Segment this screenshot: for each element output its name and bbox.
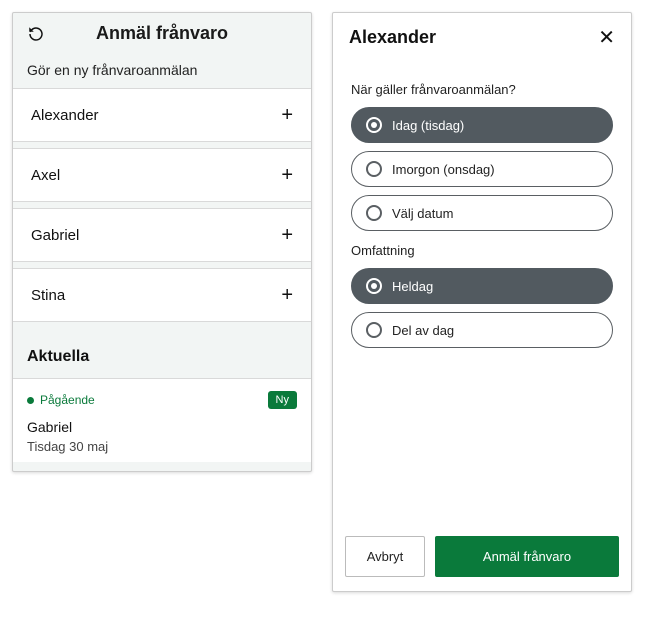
status-left: Pågående: [27, 393, 95, 407]
student-item-axel[interactable]: Axel +: [13, 148, 311, 202]
plus-icon: +: [281, 105, 293, 125]
current-heading: Aktuella: [13, 328, 311, 378]
student-item-gabriel[interactable]: Gabriel +: [13, 208, 311, 262]
status-text: Pågående: [40, 393, 95, 407]
student-list: Alexander + Axel + Gabriel + Stina +: [13, 88, 311, 328]
student-name: Axel: [31, 167, 60, 184]
page-title: Anmäl frånvaro: [27, 23, 297, 44]
option-label: Del av dag: [392, 323, 454, 338]
list-panel: Anmäl frånvaro Gör en ny frånvaroanmälan…: [12, 12, 312, 472]
current-name: Gabriel: [27, 419, 297, 435]
scope-option-partday[interactable]: Del av dag: [351, 312, 613, 348]
option-label: Heldag: [392, 279, 433, 294]
status-row: Pågående Ny: [27, 391, 297, 409]
form-body: När gäller frånvaroanmälan? Idag (tisdag…: [333, 64, 631, 526]
status-badge: Ny: [268, 391, 297, 409]
radio-icon: [366, 278, 382, 294]
radio-icon: [366, 117, 382, 133]
submit-button[interactable]: Anmäl frånvaro: [435, 536, 619, 577]
when-option-today[interactable]: Idag (tisdag): [351, 107, 613, 143]
student-item-alexander[interactable]: Alexander +: [13, 88, 311, 142]
current-absence-card[interactable]: Pågående Ny Gabriel Tisdag 30 maj: [13, 378, 311, 462]
close-icon[interactable]: ✕: [598, 28, 615, 48]
radio-icon: [366, 161, 382, 177]
when-option-pick-date[interactable]: Välj datum: [351, 195, 613, 231]
cancel-button[interactable]: Avbryt: [345, 536, 425, 577]
radio-icon: [366, 205, 382, 221]
radio-icon: [366, 322, 382, 338]
option-label: Välj datum: [392, 206, 453, 221]
when-label: När gäller frånvaroanmälan?: [351, 82, 613, 97]
left-header: Anmäl frånvaro: [13, 13, 311, 58]
student-item-stina[interactable]: Stina +: [13, 268, 311, 322]
student-name: Stina: [31, 287, 65, 304]
detail-title: Alexander: [349, 27, 436, 48]
student-name: Gabriel: [31, 227, 79, 244]
new-report-label: Gör en ny frånvaroanmälan: [13, 58, 311, 88]
detail-panel: Alexander ✕ När gäller frånvaroanmälan? …: [332, 12, 632, 592]
status-dot-icon: [27, 397, 34, 404]
plus-icon: +: [281, 225, 293, 245]
plus-icon: +: [281, 165, 293, 185]
scope-label: Omfattning: [351, 243, 613, 258]
current-date: Tisdag 30 maj: [27, 439, 297, 454]
footer: Avbryt Anmäl frånvaro: [333, 526, 631, 591]
scope-option-fullday[interactable]: Heldag: [351, 268, 613, 304]
when-option-tomorrow[interactable]: Imorgon (onsdag): [351, 151, 613, 187]
option-label: Idag (tisdag): [392, 118, 464, 133]
right-header: Alexander ✕: [333, 13, 631, 64]
student-name: Alexander: [31, 107, 99, 124]
plus-icon: +: [281, 285, 293, 305]
option-label: Imorgon (onsdag): [392, 162, 495, 177]
